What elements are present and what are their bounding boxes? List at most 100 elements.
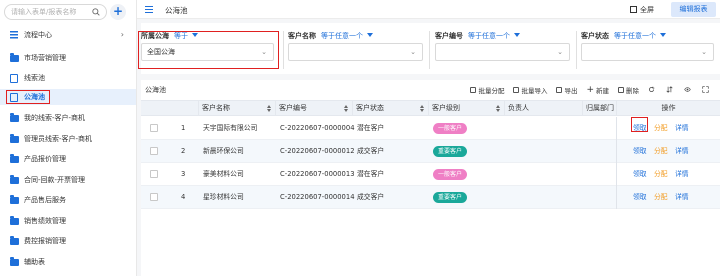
table-header: 客户名称 客户编号 客户状态 客户级别 负责人 归属部门 操作 xyxy=(141,100,720,116)
column-header-code[interactable]: 客户编号 xyxy=(275,101,352,116)
sidebar-item-auxiliary[interactable]: 辅助表 xyxy=(0,254,136,270)
filter-select-customer-code[interactable]: ⌄ xyxy=(435,43,570,61)
sidebar-item-my-leads[interactable]: 我的线索-客户-商机 xyxy=(0,110,136,126)
detail-link[interactable]: 详情 xyxy=(675,163,689,185)
folder-icon xyxy=(10,235,19,245)
level-badge: 重要客户 xyxy=(433,191,468,203)
column-header-department[interactable]: 归属部门 xyxy=(582,101,616,116)
sidebar-item-admin-leads[interactable]: 管理员线索-客户-商机 xyxy=(0,131,136,147)
column-label: 负责人 xyxy=(508,104,529,112)
row-checkbox[interactable] xyxy=(150,170,158,178)
expand-icon[interactable] xyxy=(702,86,709,93)
filter-select-customer-status[interactable]: ⌄ xyxy=(581,43,714,61)
filter-label: 客户名称 xyxy=(288,32,316,40)
cell-customer-code: C-20220607-0000012 xyxy=(280,147,355,155)
level-badge: 重要客户 xyxy=(433,145,468,157)
sidebar-item-label: 我的线索-客户-商机 xyxy=(24,114,86,122)
add-button[interactable]: + xyxy=(110,4,126,20)
chevron-down-icon: ⌄ xyxy=(557,48,563,56)
caret-down-icon xyxy=(660,33,666,37)
sidebar-item-after-sales[interactable]: 产品售后服务 xyxy=(0,192,136,208)
sidebar-item-quotes[interactable]: 产品报价管理 xyxy=(0,151,136,167)
row-index: 3 xyxy=(181,170,186,178)
filter-operator[interactable]: 等于任意一个 xyxy=(468,32,520,40)
column-label: 归属部门 xyxy=(586,104,614,112)
cell-customer-level: 重要客户 xyxy=(433,186,468,208)
detail-link[interactable]: 详情 xyxy=(675,186,689,208)
sort-icon[interactable] xyxy=(420,105,424,112)
table-row: 4 星珍材料公司 C-20220607-0000014 成交客户 重要客户 领取… xyxy=(141,186,720,209)
plus-icon: + xyxy=(586,84,594,95)
claim-link[interactable]: 领取 xyxy=(633,163,647,185)
divider xyxy=(429,31,430,69)
filter-operator[interactable]: 等于任意一个 xyxy=(614,32,666,40)
folder-icon xyxy=(10,153,19,163)
column-header-owner[interactable]: 负责人 xyxy=(504,101,582,116)
search-input[interactable] xyxy=(11,5,91,19)
detail-link[interactable]: 详情 xyxy=(675,140,689,162)
sidebar-item-expense[interactable]: 费控报销管理 xyxy=(0,233,136,249)
sidebar-item-label: 产品报价管理 xyxy=(24,155,66,163)
sort-icon[interactable] xyxy=(267,105,271,112)
fullscreen-icon xyxy=(630,6,637,13)
sidebar-item-marketing[interactable]: 市场营销管理 xyxy=(0,50,136,66)
assign-link[interactable]: 分配 xyxy=(654,163,668,185)
sidebar-item-label: 合同-回款-开票管理 xyxy=(24,176,86,184)
operator-label: 等于任意一个 xyxy=(321,32,363,40)
filter-label: 客户编号 xyxy=(435,32,463,40)
claim-link[interactable]: 领取 xyxy=(633,140,647,162)
sidebar-item-contracts[interactable]: 合同-回款-开票管理 xyxy=(0,172,136,188)
cell-customer-name: 星珍材料公司 xyxy=(203,193,244,201)
eye-icon[interactable] xyxy=(684,86,691,93)
folder-icon xyxy=(10,52,19,62)
assign-link[interactable]: 分配 xyxy=(654,117,668,139)
assign-link[interactable]: 分配 xyxy=(654,186,668,208)
filter-customer-code: 客户编号 等于任意一个 ⌄ xyxy=(435,31,570,61)
column-label: 客户状态 xyxy=(356,104,384,112)
delete-label: 删除 xyxy=(626,86,639,95)
edit-report-button[interactable]: 编辑报表 xyxy=(671,2,716,17)
detail-link[interactable]: 详情 xyxy=(675,117,689,139)
sidebar-item-lead-pool[interactable]: 线索池 xyxy=(0,70,136,86)
batch-import-button[interactable]: 批量导入 xyxy=(513,85,547,95)
table-toolbar: 批量分配 批量导入 导出 + 新建 删除 xyxy=(470,84,720,95)
menu-icon[interactable] xyxy=(145,6,153,13)
search-icon[interactable] xyxy=(92,8,100,16)
cell-customer-name: 天宇国际有限公司 xyxy=(203,124,258,132)
export-button[interactable]: 导出 xyxy=(556,85,577,95)
sidebar-item-sales-performance[interactable]: 销售绩效管理 xyxy=(0,213,136,229)
row-checkbox[interactable] xyxy=(150,124,158,132)
document-icon xyxy=(10,73,18,83)
assign-link[interactable]: 分配 xyxy=(654,140,668,162)
batch-assign-button[interactable]: 批量分配 xyxy=(470,85,504,95)
row-checkbox[interactable] xyxy=(150,193,158,201)
sort-icon[interactable] xyxy=(344,105,348,112)
filter-select-customer-name[interactable]: ⌄ xyxy=(288,43,423,61)
delete-button[interactable]: 删除 xyxy=(618,85,639,95)
column-header-actions: 操作 xyxy=(616,101,720,116)
column-label: 客户编号 xyxy=(279,104,307,112)
folder-icon xyxy=(10,256,19,266)
caret-down-icon xyxy=(367,33,373,37)
cell-customer-level: 一般客户 xyxy=(433,117,468,139)
create-button[interactable]: + 新建 xyxy=(586,85,609,95)
column-header-level[interactable]: 客户级别 xyxy=(428,101,504,116)
import-icon xyxy=(513,86,520,93)
claim-link[interactable]: 领取 xyxy=(633,186,647,208)
sidebar-search[interactable] xyxy=(4,4,107,20)
sidebar-item-public-pool[interactable]: 公海池 xyxy=(0,89,136,105)
sidebar-item-label: 产品售后服务 xyxy=(24,196,66,204)
sidebar-item-label: 销售绩效管理 xyxy=(24,217,66,225)
column-header-name[interactable]: 客户名称 xyxy=(198,101,275,116)
refresh-icon[interactable] xyxy=(648,86,655,93)
filter-operator[interactable]: 等于任意一个 xyxy=(321,32,373,40)
sort-icon[interactable] xyxy=(666,86,673,93)
divider xyxy=(616,117,617,209)
column-header-status[interactable]: 客户状态 xyxy=(352,101,428,116)
sidebar-item-label: 费控报销管理 xyxy=(24,237,66,245)
row-checkbox[interactable] xyxy=(150,147,158,155)
cell-customer-name: 豪美材料公司 xyxy=(203,170,244,178)
fullscreen-button[interactable]: 全屏 xyxy=(630,5,654,15)
sort-icon[interactable] xyxy=(496,105,500,112)
sidebar-item-process-center[interactable]: 流程中心 › xyxy=(0,27,136,43)
